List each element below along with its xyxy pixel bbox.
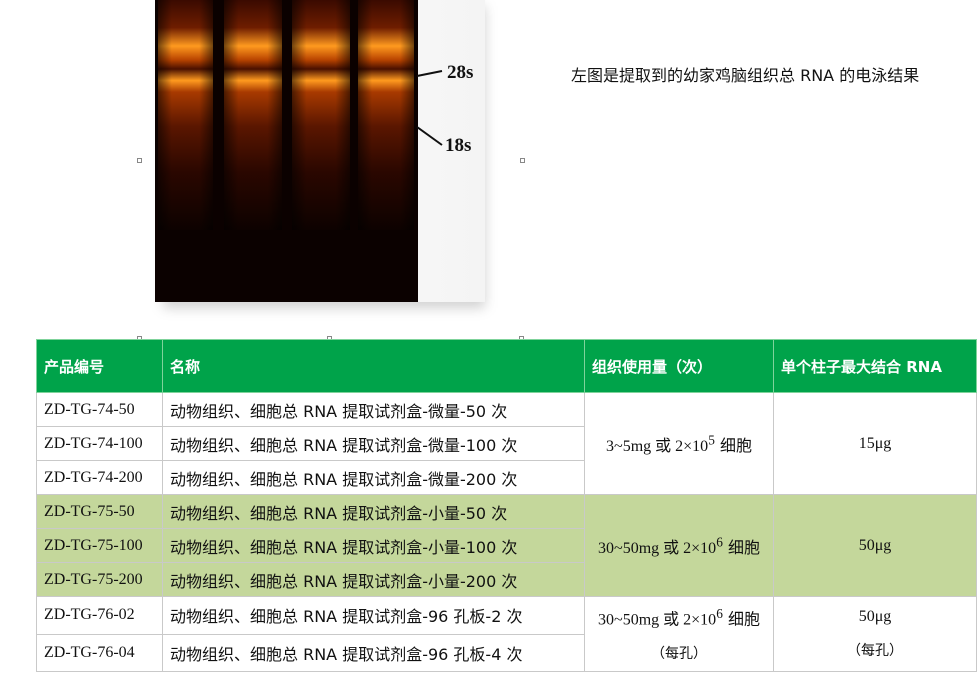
max-binding-cell: 50μg （每孔） xyxy=(773,595,977,673)
tissue-usage-cell: 30~50mg 或 2×106 细胞 （每孔） xyxy=(584,595,774,673)
product-code: ZD-TG-76-02 xyxy=(36,596,163,635)
header-name: 名称 xyxy=(162,339,585,393)
tissue-usage-cell: 3~5mg 或 2×105 细胞 xyxy=(584,392,774,495)
image-resize-handle-right[interactable] xyxy=(520,158,525,163)
product-code: ZD-TG-74-200 xyxy=(36,460,163,495)
band-label-28s: 28s xyxy=(447,62,473,83)
product-code: ZD-TG-75-50 xyxy=(36,494,163,529)
gel-lane xyxy=(158,0,213,230)
product-code: ZD-TG-74-100 xyxy=(36,426,163,461)
table-header-row: 产品编号 名称 组织使用量（次） 单个柱子最大结合 RNA xyxy=(36,339,977,393)
tissue-usage-cell: 30~50mg 或 2×106 细胞 xyxy=(584,494,774,597)
gel-image: 28s 18s xyxy=(155,0,473,302)
product-table: 产品编号 名称 组织使用量（次） 单个柱子最大结合 RNA ZD-TG-74-5… xyxy=(36,339,977,673)
band-28s-pointer xyxy=(416,70,443,77)
gel-lane xyxy=(224,0,282,230)
product-name: 动物组织、细胞总 RNA 提取试剂盒-微量-200 次 xyxy=(162,460,585,495)
gel-electrophoresis-figure[interactable]: 28s 18s xyxy=(155,0,485,308)
product-name: 动物组织、细胞总 RNA 提取试剂盒-小量-200 次 xyxy=(162,562,585,597)
product-name: 动物组织、细胞总 RNA 提取试剂盒-微量-100 次 xyxy=(162,426,585,461)
table-row: ZD-TG-74-50 动物组织、细胞总 RNA 提取试剂盒-微量-50 次 3… xyxy=(36,392,977,495)
product-code: ZD-TG-75-100 xyxy=(36,528,163,563)
max-binding-cell: 15μg xyxy=(773,392,977,495)
product-name: 动物组织、细胞总 RNA 提取试剂盒-小量-50 次 xyxy=(162,494,585,529)
max-binding-cell: 50μg xyxy=(773,494,977,597)
gel-lane xyxy=(358,0,414,230)
band-label-18s: 18s xyxy=(445,135,471,156)
figure-caption: 左图是提取到的幼家鸡脑组织总 RNA 的电泳结果 xyxy=(571,66,920,85)
band-18s-pointer xyxy=(416,126,443,146)
product-name: 动物组织、细胞总 RNA 提取试剂盒-96 孔板-2 次 xyxy=(162,596,585,635)
header-product-code: 产品编号 xyxy=(36,339,163,393)
product-code: ZD-TG-76-04 xyxy=(36,633,163,673)
product-code: ZD-TG-75-200 xyxy=(36,562,163,597)
product-name: 动物组织、细胞总 RNA 提取试剂盒-小量-100 次 xyxy=(162,528,585,563)
product-name: 动物组织、细胞总 RNA 提取试剂盒-96 孔板-4 次 xyxy=(162,633,585,673)
table-row: ZD-TG-75-50 动物组织、细胞总 RNA 提取试剂盒-小量-50 次 3… xyxy=(36,494,977,597)
header-max-binding: 单个柱子最大结合 RNA xyxy=(773,339,977,393)
header-tissue-usage: 组织使用量（次） xyxy=(584,339,774,393)
image-resize-handle-left[interactable] xyxy=(137,158,142,163)
gel-lane xyxy=(292,0,350,230)
product-name: 动物组织、细胞总 RNA 提取试剂盒-微量-50 次 xyxy=(162,392,585,427)
product-code: ZD-TG-74-50 xyxy=(36,392,163,427)
table-row: ZD-TG-76-02 动物组织、细胞总 RNA 提取试剂盒-96 孔板-2 次… xyxy=(36,595,977,673)
